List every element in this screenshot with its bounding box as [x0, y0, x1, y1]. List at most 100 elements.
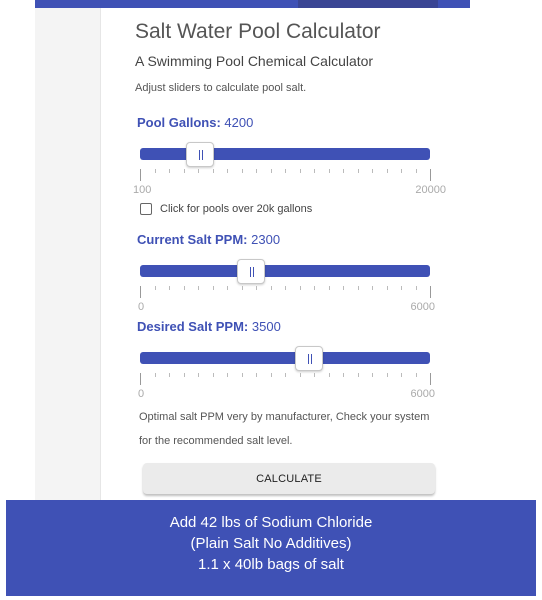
minor-tick	[256, 169, 257, 173]
result-line-bags: 1.1 x 40lb bags of salt	[198, 556, 344, 573]
result-panel: Add 42 lbs of Sodium Chloride (Plain Sal…	[6, 500, 536, 596]
minor-tick	[343, 286, 344, 290]
major-tick	[430, 373, 431, 385]
minor-tick	[401, 169, 402, 173]
minor-tick	[270, 169, 272, 173]
minor-tick	[401, 286, 402, 290]
minor-tick	[227, 373, 228, 377]
result-line-amount: Add 42 lbs of Sodium Chloride	[169, 514, 373, 531]
instructions-text: Adjust sliders to calculate pool salt.	[135, 82, 307, 94]
left-side-panel	[35, 8, 100, 500]
minor-tick	[256, 373, 257, 377]
desired-salt-label: Desired Salt PPM: 3500	[137, 319, 281, 334]
slider-ticks	[140, 286, 431, 300]
minor-tick	[198, 286, 199, 290]
minor-tick	[357, 373, 359, 377]
slider-track[interactable]	[140, 352, 430, 364]
major-tick	[140, 286, 141, 298]
minor-tick	[227, 169, 228, 173]
pool-gallons-slider[interactable]: 100 20000	[133, 142, 446, 228]
result-line-salt-type: (Plain Salt No Additives)	[190, 535, 352, 552]
minor-tick	[415, 373, 417, 377]
minor-tick	[386, 169, 388, 173]
pool-gallons-label: Pool Gallons: 4200	[137, 115, 253, 130]
major-tick	[430, 286, 431, 298]
slider-track[interactable]	[140, 265, 430, 277]
minor-tick	[198, 169, 199, 173]
top-bar-active-segment	[298, 0, 438, 8]
pool-gallons-value: 4200	[224, 115, 254, 130]
minor-tick	[285, 373, 286, 377]
checkbox-box[interactable]	[140, 203, 152, 215]
slider-handle[interactable]	[295, 346, 324, 371]
slider-min-label: 0	[138, 301, 145, 313]
minor-tick	[183, 286, 185, 290]
current-salt-label-text: Current Salt PPM:	[137, 232, 248, 247]
minor-tick	[372, 373, 373, 377]
minor-tick	[169, 286, 170, 290]
slider-handle[interactable]	[185, 142, 214, 167]
minor-tick	[285, 286, 286, 290]
checkbox-label[interactable]: Click for pools over 20k gallons	[160, 203, 312, 215]
slider-min-label: 0	[138, 388, 145, 400]
slider-handle[interactable]	[237, 259, 266, 284]
minor-tick	[154, 373, 156, 377]
desired-salt-label-text: Desired Salt PPM:	[137, 319, 249, 334]
minor-tick	[314, 286, 315, 290]
page-title: Salt Water Pool Calculator	[135, 20, 381, 43]
minor-tick	[328, 169, 330, 173]
minor-tick	[169, 373, 170, 377]
slider-ticks	[140, 373, 431, 387]
minor-tick	[169, 169, 170, 173]
minor-tick	[328, 373, 330, 377]
page-subtitle: A Swimming Pool Chemical Calculator	[135, 53, 374, 69]
slider-ticks	[140, 169, 431, 183]
minor-tick	[415, 286, 417, 290]
minor-tick	[198, 373, 199, 377]
minor-tick	[241, 286, 243, 290]
minor-tick	[386, 373, 388, 377]
minor-tick	[270, 286, 272, 290]
minor-tick	[314, 169, 315, 173]
major-tick	[430, 169, 431, 181]
major-tick	[140, 373, 141, 385]
current-salt-label: Current Salt PPM: 2300	[137, 232, 280, 247]
minor-tick	[241, 373, 243, 377]
minor-tick	[299, 169, 301, 173]
minor-tick	[314, 373, 315, 377]
desired-salt-value: 3500	[251, 319, 281, 334]
minor-tick	[212, 286, 214, 290]
minor-tick	[343, 373, 344, 377]
slider-track[interactable]	[140, 148, 430, 160]
minor-tick	[299, 373, 301, 377]
slider-max-label: 6000	[410, 388, 435, 400]
slider-min-label: 100	[133, 184, 152, 196]
minor-tick	[183, 169, 185, 173]
minor-tick	[227, 286, 228, 290]
current-salt-value: 2300	[251, 232, 281, 247]
slider-max-label: 20000	[415, 184, 446, 196]
calculate-button[interactable]: CALCULATE	[143, 463, 435, 494]
minor-tick	[299, 286, 301, 290]
large-pool-checkbox[interactable]: Click for pools over 20k gallons	[140, 203, 312, 215]
minor-tick	[357, 169, 359, 173]
slider-max-label: 6000	[410, 301, 435, 313]
salt-level-note: Optimal salt PPM very by manufacturer, C…	[139, 411, 430, 447]
minor-tick	[372, 169, 373, 173]
minor-tick	[386, 286, 388, 290]
pool-gallons-label-text: Pool Gallons:	[137, 115, 221, 130]
minor-tick	[241, 169, 243, 173]
top-app-bar	[35, 0, 470, 8]
minor-tick	[401, 373, 402, 377]
minor-tick	[154, 286, 156, 290]
major-tick	[140, 169, 141, 181]
minor-tick	[285, 169, 286, 173]
minor-tick	[270, 373, 272, 377]
minor-tick	[372, 286, 373, 290]
minor-tick	[328, 286, 330, 290]
minor-tick	[357, 286, 359, 290]
minor-tick	[212, 169, 214, 173]
minor-tick	[343, 169, 344, 173]
minor-tick	[256, 286, 257, 290]
minor-tick	[183, 373, 185, 377]
